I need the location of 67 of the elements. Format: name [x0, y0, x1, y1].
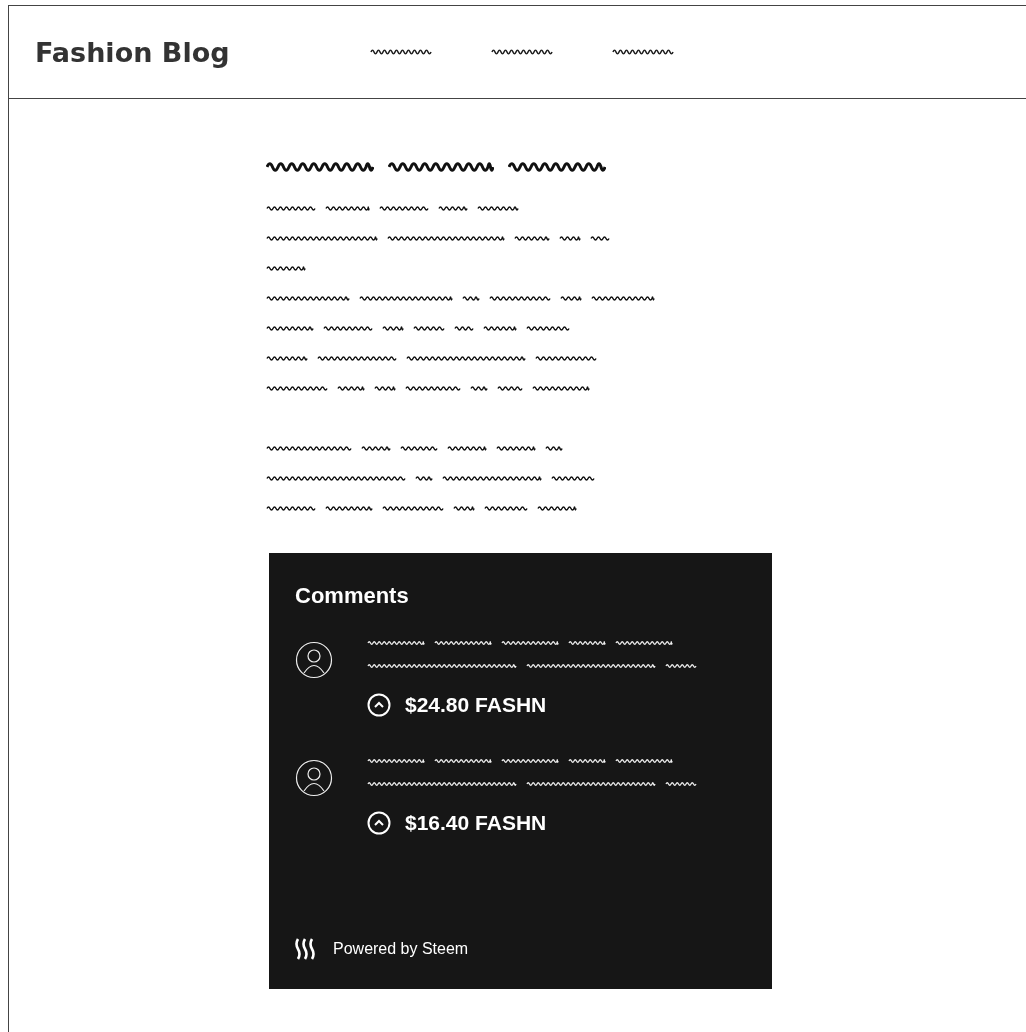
scribble-drawing	[374, 383, 396, 393]
scribble-drawing	[325, 503, 373, 513]
powered-by-text: Powered by Steem	[333, 940, 469, 958]
scribble-drawing	[337, 383, 365, 393]
scribble-drawing	[665, 779, 697, 788]
scribble-drawing	[483, 323, 517, 333]
scribble-drawing	[615, 638, 673, 647]
scribble-drawing	[462, 293, 480, 303]
scribble-drawing	[379, 203, 429, 213]
upvote-icon[interactable]	[367, 811, 391, 835]
scribble-drawing[interactable]	[370, 47, 432, 57]
scribble-drawing	[434, 638, 492, 647]
user-avatar-icon	[295, 759, 333, 797]
steem-logo-icon	[295, 937, 317, 961]
scribble-drawing	[615, 756, 673, 765]
scribble-drawing	[400, 443, 438, 453]
scribble-drawing	[382, 323, 404, 333]
scribble-drawing	[496, 443, 536, 453]
scribble-drawing[interactable]	[612, 47, 674, 57]
scribble-drawing	[470, 383, 488, 393]
scribble-drawing	[535, 353, 597, 363]
scribble-drawing	[361, 443, 391, 453]
reward-amount: $16.40 FASHN	[405, 811, 547, 835]
scribble-drawing	[266, 383, 328, 393]
scribble-drawing	[447, 443, 487, 453]
scribble-drawing	[497, 383, 523, 393]
scribble-drawing	[325, 203, 370, 213]
scribble-drawing	[560, 293, 582, 303]
scribble-drawing	[484, 503, 528, 513]
scribble-drawing	[568, 756, 606, 765]
scribble-drawing	[266, 203, 316, 213]
reward-amount: $24.80 FASHN	[405, 693, 547, 717]
comments-heading: Comments	[295, 583, 410, 609]
upvote-icon[interactable]	[367, 693, 391, 717]
scribble-drawing	[415, 473, 433, 483]
scribble-drawing	[590, 233, 610, 243]
scribble-drawing	[266, 503, 316, 513]
scribble-drawing	[489, 293, 551, 303]
scribble-drawing	[434, 756, 492, 765]
scribble-drawing	[568, 638, 606, 647]
scribble-drawing	[438, 203, 468, 213]
site-title[interactable]: Fashion Blog	[35, 36, 370, 68]
scribble-drawing	[266, 263, 306, 273]
scribble-drawing	[514, 233, 550, 243]
scribble-drawing	[453, 503, 475, 513]
scribble-drawing	[477, 203, 519, 213]
scribble-drawing	[559, 233, 581, 243]
scribble-drawing	[405, 383, 461, 393]
scribble-drawing	[537, 503, 577, 513]
scribble-drawing[interactable]	[491, 47, 553, 57]
scribble-drawing	[266, 353, 308, 363]
scribble-drawing	[454, 323, 474, 333]
scribble-drawing	[532, 383, 590, 393]
scribble-drawing	[323, 323, 373, 333]
scribble-drawing	[382, 503, 444, 513]
scribble-drawing	[501, 756, 559, 765]
scribble-drawing	[367, 756, 425, 765]
scribble-drawing	[591, 293, 655, 303]
scribble-drawing	[545, 443, 563, 453]
scribble-drawing	[266, 323, 314, 333]
scribble-drawing	[501, 638, 559, 647]
scribble-drawing	[413, 323, 445, 333]
scribble-drawing	[526, 323, 570, 333]
scribble-drawing	[665, 661, 697, 670]
scribble-drawing	[551, 473, 595, 483]
user-avatar-icon	[295, 641, 333, 679]
scribble-drawing	[367, 638, 425, 647]
